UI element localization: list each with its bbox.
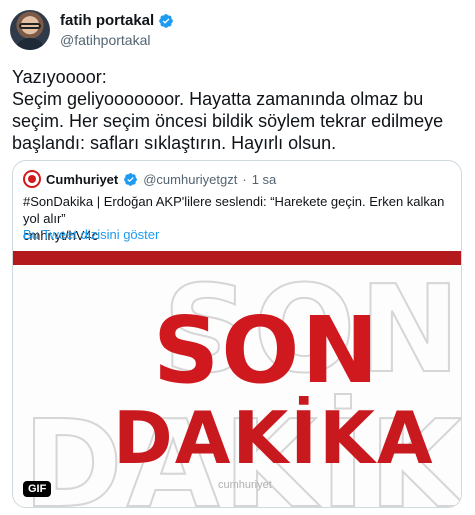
tweet-line: Yazıyoooor: <box>12 67 107 87</box>
media-headline-dakika: DAKİKA <box>113 396 435 480</box>
verified-badge-icon <box>124 172 138 186</box>
tweet-text: Yazıyoooor: Seçim geliyooooooor. Hayatta… <box>12 66 462 154</box>
gif-badge: GIF <box>23 481 52 497</box>
avatar[interactable] <box>10 10 50 50</box>
tweet-line: başlandı: safları sıklaştırın. Hayırlı o… <box>12 133 337 153</box>
cumhuriyet-logo-icon <box>23 170 41 188</box>
media-watermark: cumhuriyet <box>218 479 272 491</box>
verified-badge-icon <box>159 13 174 28</box>
author-name[interactable]: fatih portakal <box>60 12 154 29</box>
quoted-tweet-header: Cumhuriyet @cumhuriyetgzt · 1 sa <box>23 170 276 188</box>
media-headline-son: SON <box>153 297 381 404</box>
tweet-line: seçim. Her seçim öncesi bildik söylem te… <box>12 111 444 131</box>
avatar-glasses <box>19 23 41 29</box>
quoted-author-name[interactable]: Cumhuriyet <box>46 172 118 187</box>
show-thread-link[interactable]: Bu Tweet dizisini göster <box>23 227 159 242</box>
quoted-media-gif[interactable]: SON DAKİKA SON DAKİKA cumhuriyet GIF <box>13 251 461 507</box>
separator-dot: · <box>242 171 247 187</box>
author-handle[interactable]: @fatihportakal <box>60 32 150 48</box>
quoted-tweet[interactable]: Cumhuriyet @cumhuriyetgzt · 1 sa #SonDak… <box>12 160 462 508</box>
quoted-timestamp[interactable]: 1 sa <box>252 172 277 187</box>
tweet-header: fatih portakal @fatihportakal <box>10 10 465 54</box>
quoted-text-line: #SonDakika | Erdoğan AKP'lilere seslendi… <box>23 194 445 226</box>
author-name-row: fatih portakal <box>60 12 174 29</box>
avatar-shirt <box>15 38 45 50</box>
quoted-author-handle[interactable]: @cumhuriyetgzt <box>143 172 237 187</box>
tweet-line: Seçim geliyooooooor. Hayatta zamanında o… <box>12 89 424 109</box>
